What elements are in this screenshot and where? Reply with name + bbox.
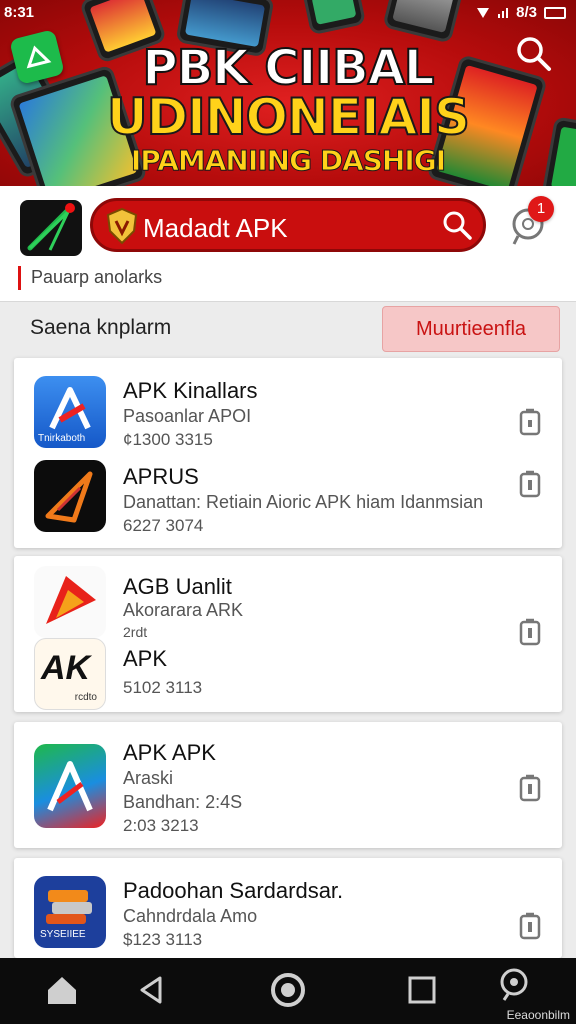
notification-badge: 1 bbox=[528, 196, 554, 222]
search-bar[interactable]: Madadt APK bbox=[90, 198, 486, 252]
app-description: Cahndrdala Amo bbox=[123, 906, 258, 926]
battery-icon bbox=[544, 6, 566, 19]
app-icon: SYSEIIEE bbox=[34, 876, 106, 948]
banner-search-icon[interactable] bbox=[514, 34, 554, 74]
app-description: Akorarara ARK bbox=[123, 600, 244, 620]
download-icon[interactable] bbox=[518, 616, 542, 648]
status-icons: 8/3 bbox=[476, 4, 566, 21]
app-icon-caption: SYSEIIEE bbox=[40, 929, 86, 940]
app-icon-caption: Tnirkaboth bbox=[38, 433, 86, 444]
download-icon[interactable] bbox=[518, 468, 542, 500]
assistant-label: Eeaoonbilm bbox=[506, 1008, 570, 1022]
status-time: 8:31 bbox=[4, 4, 35, 21]
app-extra-info: Bandhan: 2:4S bbox=[123, 792, 243, 812]
download-icon[interactable] bbox=[518, 910, 542, 942]
app-name: APK bbox=[123, 646, 168, 671]
app-description: Pasoanlar APOI bbox=[123, 406, 252, 426]
app-icon-caption: AK bbox=[41, 649, 91, 687]
app-card: Tnirkaboth APK Kinallars Pasoanlar APOI … bbox=[14, 358, 562, 548]
app-description: Danattan: Retiain Aioric APK hiam Idanms… bbox=[123, 492, 484, 512]
search-icon[interactable] bbox=[441, 209, 473, 241]
app-description: Araski bbox=[123, 768, 174, 788]
app-card: AGB Uanlit Akorarara ARK 2rdt AK rcdto A… bbox=[14, 556, 562, 712]
app-size: ¢1300 3315 bbox=[123, 430, 213, 449]
app-icon-subcaption: rcdto bbox=[74, 692, 97, 703]
bottom-navigation: Eeaoonbilm bbox=[0, 958, 576, 1024]
app-size: 6227 3074 bbox=[123, 516, 204, 535]
app-header: Madadt APK 1 Pauarp anolarks bbox=[0, 186, 576, 302]
header-sub-label: Pauarp anolarks bbox=[18, 266, 162, 290]
app-name: APK Kinallars bbox=[123, 378, 258, 403]
app-card: APK APK Araski Bandhan: 2:4S 2:03 3213 bbox=[14, 722, 562, 848]
app-size: $123 3113 bbox=[123, 930, 203, 949]
app-name: APRUS bbox=[123, 464, 199, 489]
app-logo-icon[interactable] bbox=[20, 200, 82, 256]
circle-home-icon[interactable] bbox=[268, 970, 308, 1010]
app-size: 5102 3113 bbox=[123, 678, 203, 697]
status-right-text: 8/3 bbox=[516, 4, 537, 21]
filter-button[interactable]: Muurtieenfla bbox=[382, 306, 560, 352]
back-icon[interactable] bbox=[132, 970, 172, 1010]
app-icon bbox=[34, 460, 106, 532]
app-icon bbox=[34, 566, 106, 638]
section-title: Saena knplarm bbox=[30, 316, 172, 339]
status-bar: 8:31 8/3 bbox=[0, 0, 576, 26]
app-icon bbox=[34, 744, 106, 828]
app-icon: AK rcdto bbox=[34, 638, 106, 710]
banner-title-line2: UDINONEIAIS bbox=[106, 87, 471, 147]
download-icon[interactable] bbox=[518, 772, 542, 804]
home-icon[interactable] bbox=[42, 970, 82, 1010]
app-size: 2rdt bbox=[123, 624, 148, 640]
signal-icon bbox=[477, 7, 490, 18]
shield-icon bbox=[106, 207, 138, 245]
app-size: 2:03 3213 bbox=[123, 816, 199, 835]
app-name: AGB Uanlit bbox=[123, 574, 232, 599]
recents-icon[interactable] bbox=[402, 970, 442, 1010]
banner-title-line3: IPAMANIING DASHIGI bbox=[130, 144, 446, 178]
app-card: SYSEIIEE Padoohan Sardardsar. Cahndrdala… bbox=[14, 858, 562, 958]
promo-banner[interactable]: PBK CIIBAL UDINONEIAIS IPAMANIING DASHIG… bbox=[0, 0, 576, 186]
app-icon: Tnirkaboth bbox=[34, 376, 106, 448]
search-input[interactable]: Madadt APK bbox=[143, 213, 288, 244]
app-name: Padoohan Sardardsar. bbox=[123, 878, 344, 903]
wifi-icon bbox=[498, 7, 509, 18]
app-name: APK APK bbox=[123, 740, 216, 765]
assistant-icon[interactable] bbox=[494, 964, 534, 1004]
download-icon[interactable] bbox=[518, 406, 542, 438]
